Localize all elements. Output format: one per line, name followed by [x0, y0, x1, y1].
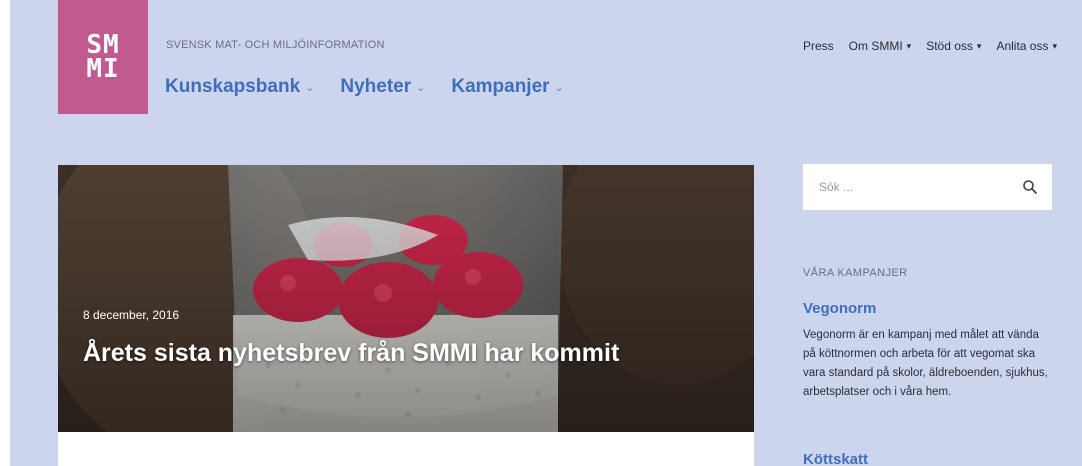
chevron-down-icon: ▾ — [1052, 40, 1057, 51]
search-icon[interactable] — [1022, 179, 1038, 195]
top-nav-anlita-oss[interactable]: Anlita oss ▾ — [996, 39, 1057, 53]
campaign-title-vegonorm[interactable]: Vegonorm — [803, 300, 876, 317]
nav-kampanjer[interactable]: Kampanjer ⌄ — [451, 76, 563, 98]
top-nav-label: Om SMMI — [848, 39, 903, 53]
search-box — [803, 164, 1052, 210]
top-nav-label: Stöd oss — [926, 39, 973, 53]
post-title[interactable]: Årets sista nyhetsbrev från SMMI har kom… — [83, 339, 619, 368]
logo-text: SM MI — [86, 30, 120, 84]
top-nav-press[interactable]: Press — [803, 39, 834, 53]
nav-label: Nyheter — [340, 76, 412, 97]
site-tagline: SVENSK MAT- OCH MILJÖINFORMATION — [166, 39, 385, 51]
chevron-down-icon: ⌄ — [554, 81, 564, 94]
chevron-down-icon: ⌄ — [416, 81, 426, 94]
nav-kunskapsbank[interactable]: Kunskapsbank ⌄ — [165, 76, 314, 98]
search-input[interactable] — [817, 179, 1001, 195]
chevron-down-icon: ▾ — [976, 40, 982, 51]
top-nav-label: Press — [802, 39, 834, 53]
hero-image — [58, 165, 754, 432]
campaign-description: Vegonorm är en kampanj med målet att vän… — [803, 329, 1048, 398]
page-canvas: SM MI SVENSK MAT- OCH MILJÖINFORMATION K… — [10, 0, 1082, 466]
main-nav: Kunskapsbank ⌄ Nyheter ⌄ Kampanjer ⌄ — [165, 76, 564, 98]
post-date: 8 december, 2016 — [83, 308, 180, 322]
top-nav-stod-oss[interactable]: Stöd oss ▾ — [926, 39, 981, 53]
top-nav: Press Om SMMI ▾ Stöd oss ▾ Anlita oss ▾ — [803, 39, 1057, 53]
nav-label: Kunskapsbank — [165, 76, 301, 97]
smmi-logo[interactable]: SM MI — [58, 0, 148, 114]
chevron-down-icon: ▾ — [906, 40, 912, 51]
campaign-title-kottskatt[interactable]: Köttskatt — [803, 451, 868, 466]
post-card-body — [58, 432, 754, 466]
nav-label: Kampanjer — [451, 76, 550, 97]
featured-post-hero[interactable]: 8 december, 2016 Årets sista nyhetsbrev … — [58, 165, 754, 432]
top-nav-label: Anlita oss — [996, 39, 1049, 53]
nav-nyheter[interactable]: Nyheter ⌄ — [340, 76, 425, 98]
campaigns-heading: VÅRA KAMPANJER — [803, 267, 908, 279]
top-nav-om-smmi[interactable]: Om SMMI ▾ — [849, 39, 912, 53]
chevron-down-icon: ⌄ — [305, 81, 315, 94]
